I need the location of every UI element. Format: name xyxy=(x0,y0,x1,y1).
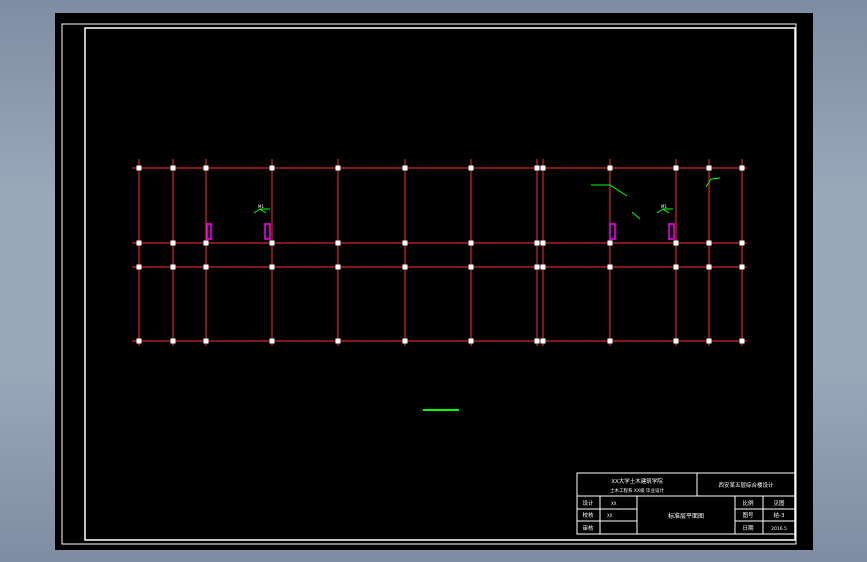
annotations xyxy=(253,177,721,411)
column-5-3 xyxy=(335,264,341,270)
door-tags: M1 M1 xyxy=(258,204,667,209)
school-line-1: XX大学土木建筑学院 xyxy=(611,477,663,485)
label-sheet: 图号 xyxy=(742,511,754,519)
column-10-4 xyxy=(607,338,613,344)
column-12-4 xyxy=(706,338,712,344)
column-3-1 xyxy=(203,165,209,171)
column-6-4 xyxy=(402,338,408,344)
column-13-3 xyxy=(739,264,745,270)
floor-plan-drawing: M1 M1 XX大学土木建筑学院 土木工程系 XX级 毕业设计 西安某五层综合楼… xyxy=(61,23,797,545)
column-8-1 xyxy=(534,165,540,171)
column-6-1 xyxy=(402,165,408,171)
title-block-text: XX大学土木建筑学院 土木工程系 XX级 毕业设计 西安某五层综合楼设计 标准层… xyxy=(582,477,787,532)
stair-mark-1 xyxy=(206,223,212,240)
value-sheet: 结-3 xyxy=(774,511,785,519)
column-9-1 xyxy=(540,165,546,171)
column-5-1 xyxy=(335,165,341,171)
column-10-1 xyxy=(607,165,613,171)
column-6-2 xyxy=(402,240,408,246)
column-1-3 xyxy=(136,264,142,270)
column-9-3 xyxy=(540,264,546,270)
column-4-2 xyxy=(269,240,275,246)
column-2-2 xyxy=(170,240,176,246)
column-markers xyxy=(136,165,745,344)
label-scale: 比例 xyxy=(742,499,754,507)
column-9-4 xyxy=(540,338,546,344)
column-4-3 xyxy=(269,264,275,270)
door-tag-2: M1 xyxy=(661,204,667,209)
column-3-3 xyxy=(203,264,209,270)
column-8-2 xyxy=(534,240,540,246)
column-2-4 xyxy=(170,338,176,344)
leader-line-3 xyxy=(705,177,721,188)
column-5-4 xyxy=(335,338,341,344)
column-3-2 xyxy=(203,240,209,246)
column-6-3 xyxy=(402,264,408,270)
elevation-mark-2 xyxy=(656,208,673,214)
structural-grid xyxy=(132,159,747,346)
label-review: 审核 xyxy=(582,524,594,532)
stair-mark-2 xyxy=(264,223,271,240)
column-2-1 xyxy=(170,165,176,171)
value-scale: 见图 xyxy=(773,499,785,507)
value-date: 2016.5 xyxy=(771,526,787,532)
leader-line-1 xyxy=(591,184,628,197)
outer-frame xyxy=(61,23,797,545)
door-tag-1: M1 xyxy=(258,204,264,209)
column-11-4 xyxy=(673,338,679,344)
stair-mark-3 xyxy=(609,223,616,240)
leader-line-2 xyxy=(631,211,641,220)
label-date: 日期 xyxy=(742,525,754,532)
project-name: 西安某五层综合楼设计 xyxy=(718,481,774,489)
label-check: 校核 xyxy=(582,511,594,519)
column-3-4 xyxy=(203,338,209,344)
column-7-2 xyxy=(468,240,474,246)
stair-marks xyxy=(206,223,675,240)
column-8-4 xyxy=(534,338,540,344)
label-design: 设计 xyxy=(582,499,594,507)
elevation-mark-1 xyxy=(253,208,270,214)
column-1-1 xyxy=(136,165,142,171)
column-2-3 xyxy=(170,264,176,270)
column-1-2 xyxy=(136,240,142,246)
column-4-4 xyxy=(269,338,275,344)
column-13-1 xyxy=(739,165,745,171)
column-4-1 xyxy=(269,165,275,171)
drawing-title: 标准层平面图 xyxy=(668,512,704,520)
column-9-2 xyxy=(540,240,546,246)
column-12-1 xyxy=(706,165,712,171)
column-11-1 xyxy=(673,165,679,171)
value-check: XX xyxy=(607,513,613,518)
column-7-3 xyxy=(468,264,474,270)
column-11-3 xyxy=(673,264,679,270)
cad-drawing-viewport[interactable]: M1 M1 XX大学土木建筑学院 土木工程系 XX级 毕业设计 西安某五层综合楼… xyxy=(55,13,813,550)
column-11-2 xyxy=(673,240,679,246)
column-8-3 xyxy=(534,264,540,270)
column-12-3 xyxy=(706,264,712,270)
column-10-3 xyxy=(607,264,613,270)
inner-frame xyxy=(84,27,796,541)
column-13-2 xyxy=(739,240,745,246)
column-13-4 xyxy=(739,338,745,344)
column-5-2 xyxy=(335,240,341,246)
column-1-4 xyxy=(136,338,142,344)
column-7-1 xyxy=(468,165,474,171)
school-line-2: 土木工程系 XX级 毕业设计 xyxy=(610,487,665,494)
stair-mark-4 xyxy=(668,223,675,240)
column-10-2 xyxy=(607,240,613,246)
value-design: XX xyxy=(611,501,617,506)
column-12-2 xyxy=(706,240,712,246)
column-7-4 xyxy=(468,338,474,344)
